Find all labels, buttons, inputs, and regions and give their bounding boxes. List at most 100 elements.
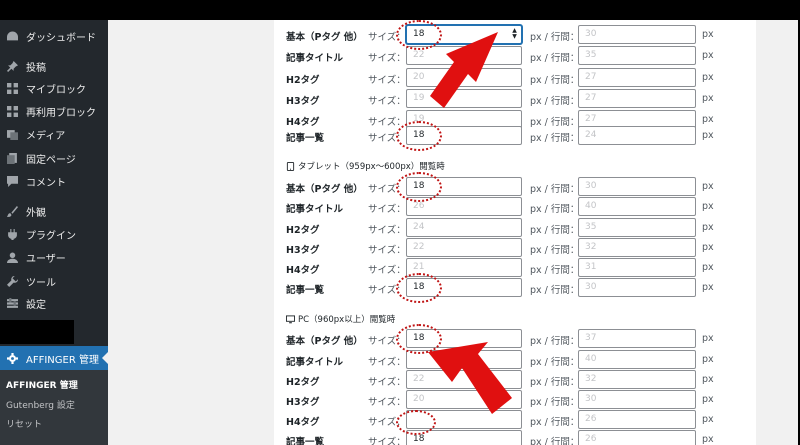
line-height-label: px / 行間：: [530, 265, 580, 276]
font-size-input[interactable]: 24: [406, 218, 522, 237]
px-unit: px: [702, 242, 714, 253]
line-height-label: px / 行間：: [530, 133, 580, 144]
desktop-icon: [286, 314, 295, 323]
line-height-input[interactable]: 30: [578, 390, 696, 409]
sidebar-item-users[interactable]: ユーザー: [0, 246, 108, 268]
line-height-label: px / 行間：: [530, 75, 580, 86]
line-height-input[interactable]: 30: [578, 177, 696, 196]
row-label: 記事タイトル: [286, 53, 344, 64]
annotation-arrow-icon: [428, 342, 512, 414]
px-unit: px: [702, 29, 714, 40]
sidebar-item-tools[interactable]: ツール: [0, 270, 108, 292]
sidebar-item-appearance[interactable]: 外観: [0, 200, 108, 222]
line-height-input[interactable]: 32: [578, 238, 696, 257]
annotation-ring: [396, 273, 442, 303]
row-label: H4タグ: [286, 417, 320, 428]
line-height-label: px / 行間：: [530, 184, 580, 195]
line-height-input[interactable]: 31: [578, 258, 696, 277]
line-height-input[interactable]: 27: [578, 68, 696, 87]
row-label: 記事一覧: [286, 133, 325, 144]
font-size-settings-panel: 基本（Pタグ 他） サイズ： 18 ▲ ▼ px / 行間： 30 px 記事タイ…: [274, 20, 756, 445]
line-height-label: px / 行間：: [530, 32, 580, 43]
px-unit: px: [702, 93, 714, 104]
size-row: H4タグ サイズ： px / 行間： 26 px: [274, 410, 756, 431]
sidebar-item-affinger[interactable]: AFFINGER 管理: [0, 346, 108, 370]
line-height-label: px / 行間：: [530, 96, 580, 107]
admin-sidebar: ダッシュボード 投稿 マイブロック 再利用ブロック メディア 固定ページ コメン…: [0, 20, 108, 445]
size-row: 記事一覧 サイズ： 18 px / 行間： 24 px: [274, 126, 756, 147]
sidebar-item-plugins[interactable]: プラグイン: [0, 223, 108, 245]
line-height-label: px / 行間：: [530, 417, 580, 428]
size-row: 基本（Pタグ 他） サイズ： 18 ▲ ▼ px / 行間： 30 px: [274, 25, 756, 46]
px-unit: px: [702, 114, 714, 125]
sidebar-item-reusable-block[interactable]: 再利用ブロック: [0, 100, 108, 122]
pc-section-header: PC（960px以上）閲覧時: [286, 313, 395, 325]
main-content: 基本（Pタグ 他） サイズ： 18 ▲ ▼ px / 行間： 30 px 記事タイ…: [108, 20, 798, 445]
sidebar-item-media[interactable]: メディア: [0, 123, 108, 145]
line-height-input[interactable]: 30: [578, 278, 696, 297]
comment-icon: [4, 175, 20, 187]
size-row: 記事一覧 サイズ： 18 px / 行間： 26 px: [274, 430, 756, 445]
sidebar-item-comments[interactable]: コメント: [0, 170, 108, 192]
sidebar-item-label: ユーザー: [26, 253, 66, 265]
submenu-item-affinger-admin[interactable]: AFFINGER 管理: [6, 378, 78, 391]
line-height-input[interactable]: 40: [578, 197, 696, 216]
sidebar-item-label: ダッシュボード: [26, 32, 96, 44]
row-label: 記事一覧: [286, 285, 325, 296]
sidebar-item-label: マイブロック: [26, 84, 86, 96]
px-unit: px: [702, 282, 714, 293]
size-row: 記事一覧 サイズ： 18 px / 行間： 30 px: [274, 278, 756, 299]
line-height-label: px / 行間：: [530, 204, 580, 215]
sidebar-item-posts[interactable]: 投稿: [0, 55, 108, 77]
section-title: タブレット（959px〜600px）閲覧時: [298, 162, 445, 172]
media-icon: [4, 129, 20, 140]
row-label: H2タグ: [286, 75, 320, 86]
size-label: サイズ：: [368, 357, 406, 368]
plugin-icon: [4, 228, 20, 240]
affinger-submenu: AFFINGER 管理 Gutenberg 設定 リセット: [0, 370, 108, 445]
line-height-input[interactable]: 27: [578, 89, 696, 108]
line-height-input[interactable]: 40: [578, 350, 696, 369]
size-label: サイズ：: [368, 377, 406, 388]
line-height-label: px / 行間：: [530, 336, 580, 347]
px-unit: px: [702, 262, 714, 273]
sidebar-item-label: 再利用ブロック: [26, 107, 96, 119]
redacted-block: [0, 320, 74, 344]
line-height-input[interactable]: 35: [578, 46, 696, 65]
line-height-input[interactable]: 26: [578, 410, 696, 429]
size-row: 基本（Pタグ 他） サイズ： 18 px / 行間： 37 px: [274, 329, 756, 350]
sidebar-item-dashboard[interactable]: ダッシュボード: [0, 25, 108, 47]
sidebar-item-pages[interactable]: 固定ページ: [0, 147, 108, 169]
line-height-input[interactable]: 35: [578, 218, 696, 237]
size-row: H4タグ サイズ： 21 px / 行間： 31 px: [274, 258, 756, 279]
size-label: サイズ：: [368, 265, 406, 276]
size-row: H3タグ サイズ： 20 px / 行間： 30 px: [274, 390, 756, 411]
px-unit: px: [702, 394, 714, 405]
line-height-input[interactable]: 32: [578, 370, 696, 389]
submenu-item-gutenberg[interactable]: Gutenberg 設定: [6, 398, 75, 411]
line-height-input[interactable]: 26: [578, 430, 696, 445]
sidebar-item-my-block[interactable]: マイブロック: [0, 77, 108, 99]
row-label: 基本（Pタグ 他）: [286, 184, 363, 195]
size-label: サイズ：: [368, 437, 406, 445]
submenu-item-reset[interactable]: リセット: [6, 417, 42, 430]
row-label: H3タグ: [286, 397, 320, 408]
sidebar-item-label: 外観: [26, 207, 46, 219]
sidebar-item-settings[interactable]: 設定: [0, 292, 108, 314]
line-height-input[interactable]: 37: [578, 329, 696, 348]
size-row: H2タグ サイズ： 22 px / 行間： 32 px: [274, 370, 756, 391]
size-label: サイズ：: [368, 245, 406, 256]
font-size-input[interactable]: 22: [406, 238, 522, 257]
line-height-input[interactable]: 30: [578, 25, 696, 44]
row-label: 基本（Pタグ 他）: [286, 32, 363, 43]
line-height-input[interactable]: 24: [578, 126, 696, 145]
row-label: H3タグ: [286, 245, 320, 256]
size-label: サイズ：: [368, 204, 406, 215]
sidebar-item-label: 投稿: [26, 62, 46, 74]
sidebar-item-label: プラグイン: [26, 230, 76, 242]
px-unit: px: [702, 222, 714, 233]
size-label: サイズ：: [368, 225, 406, 236]
row-label: 基本（Pタグ 他）: [286, 336, 363, 347]
block-icon: [4, 82, 20, 94]
px-unit: px: [702, 374, 714, 385]
